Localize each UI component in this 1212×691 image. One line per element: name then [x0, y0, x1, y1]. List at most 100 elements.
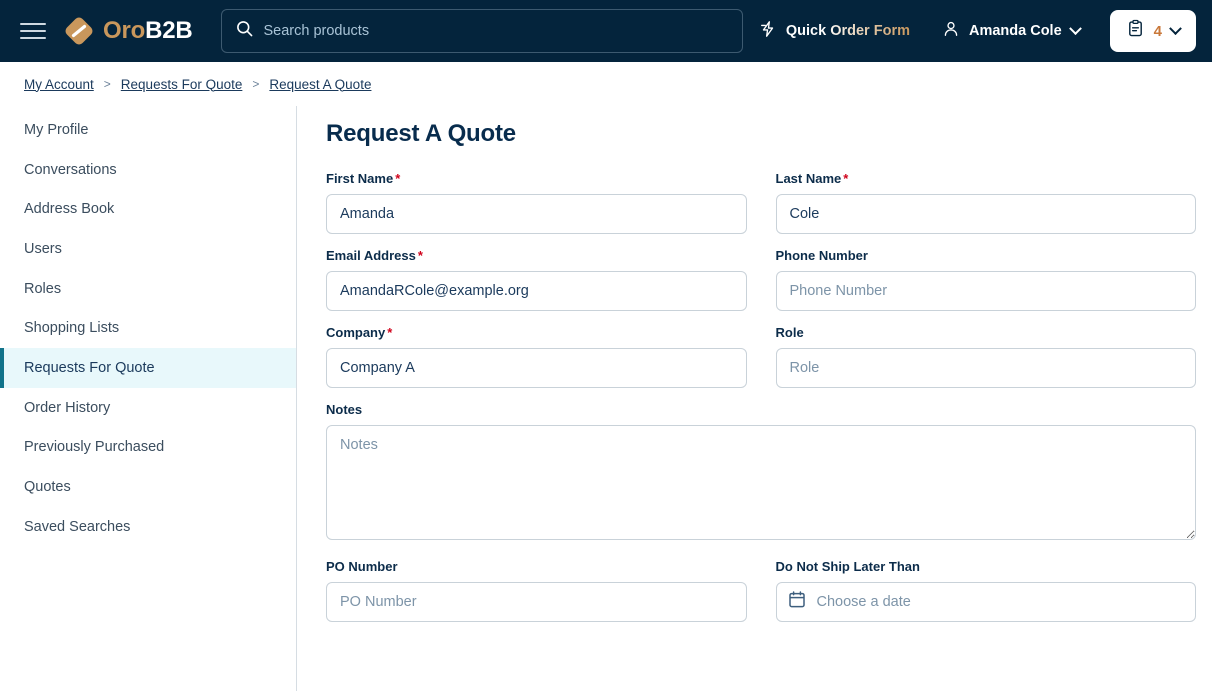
sidebar-item-order-history[interactable]: Order History	[0, 388, 296, 428]
header-actions: Quick Order Form Amanda Cole 4	[743, 10, 1196, 52]
field-last-name: Last Name *	[775, 171, 1197, 234]
account-sidebar-nav: My Profile Conversations Address Book Us…	[0, 106, 297, 691]
breadcrumb-separator: >	[103, 77, 111, 91]
hamburger-bar	[20, 23, 46, 25]
breadcrumb-item-my-account[interactable]: My Account	[24, 77, 94, 92]
ship-date-input[interactable]	[775, 582, 1196, 622]
form-row-contact: Email Address* Phone Number	[326, 248, 1196, 311]
cart-item-count: 4	[1153, 22, 1162, 40]
lightning-bolt-icon	[759, 20, 777, 42]
notes-textarea[interactable]	[326, 425, 1196, 540]
role-input[interactable]	[775, 348, 1196, 388]
notes-label-text: Notes	[326, 402, 363, 417]
phone-number-label-text: Phone Number	[775, 248, 868, 263]
sidebar-item-saved-searches[interactable]: Saved Searches	[0, 507, 296, 547]
email-address-label-text: Email Address	[326, 248, 416, 263]
field-email-address: Email Address *	[326, 248, 747, 311]
sidebar-item-label: Address Book	[24, 201, 115, 218]
clipboard-list-icon	[1126, 19, 1145, 43]
po-number-label: PO Number	[326, 559, 747, 574]
sidebar-item-my-profile[interactable]: My Profile	[0, 110, 296, 150]
search-input[interactable]: Search products	[220, 9, 743, 53]
ship-date-label-text: Do Not Ship Later Than	[775, 559, 920, 574]
field-notes: Notes	[326, 402, 1196, 545]
company-label-text: Company	[326, 325, 386, 340]
sidebar-item-label: Saved Searches	[24, 518, 131, 535]
email-address-input[interactable]	[326, 271, 747, 311]
company-input[interactable]	[326, 348, 747, 388]
required-marker: *	[843, 171, 849, 186]
search-placeholder: Search products	[263, 23, 370, 39]
field-po-number: PO Number	[326, 559, 747, 622]
sidebar-item-label: Order History	[24, 399, 111, 416]
field-first-name: First Name *	[326, 171, 747, 234]
last-name-label: Last Name *	[776, 171, 1197, 186]
brand-name-oro: Oro	[103, 17, 146, 44]
sidebar-item-label: Roles	[24, 280, 62, 297]
company-label: Company *	[326, 325, 747, 340]
hamburger-bar	[20, 37, 46, 39]
form-row-notes: Notes	[326, 402, 1196, 545]
form-row-po-date: PO Number Do Not Ship Later Than	[326, 559, 1196, 622]
required-marker: *	[395, 171, 401, 186]
breadcrumb-separator: >	[252, 77, 260, 91]
sidebar-item-shopping-lists[interactable]: Shopping Lists	[0, 308, 296, 348]
required-marker: *	[417, 248, 423, 263]
sidebar-item-users[interactable]: Users	[0, 229, 296, 269]
sidebar-item-label: Quotes	[24, 479, 71, 496]
sidebar-item-label: Users	[24, 240, 62, 257]
po-number-input[interactable]	[326, 582, 747, 622]
first-name-label: First Name *	[326, 171, 747, 186]
ship-date-label: Do Not Ship Later Than	[776, 559, 1197, 574]
sidebar-item-label: Conversations	[24, 161, 117, 178]
required-marker: *	[387, 325, 393, 340]
sidebar-item-label: Requests For Quote	[24, 359, 155, 376]
email-address-label: Email Address *	[326, 248, 747, 263]
sidebar-item-previously-purchased[interactable]: Previously Purchased	[0, 428, 296, 468]
user-person-icon	[942, 20, 960, 42]
last-name-label-text: Last Name	[775, 171, 842, 186]
field-company: Company *	[326, 325, 747, 388]
quick-order-form-button[interactable]: Quick Order Form	[743, 20, 926, 42]
brand-logo[interactable]: OroB2B	[64, 16, 193, 46]
field-do-not-ship-later-than: Do Not Ship Later Than	[775, 559, 1197, 622]
cart-quick-access-button[interactable]: 4	[1109, 10, 1196, 52]
brand-name: OroB2B	[103, 17, 193, 45]
role-label: Role	[776, 325, 1197, 340]
chevron-down-icon	[1068, 21, 1082, 35]
notes-label: Notes	[326, 402, 1196, 417]
breadcrumb-item-request-a-quote[interactable]: Request A Quote	[269, 77, 371, 92]
account-menu-button[interactable]: Amanda Cole	[926, 20, 1096, 42]
quick-order-form-label: Quick Order Form	[785, 23, 910, 39]
form-row-company: Company* Role	[326, 325, 1196, 388]
role-label-text: Role	[775, 325, 804, 340]
first-name-label-text: First Name	[326, 171, 394, 186]
breadcrumb: My Account > Requests For Quote > Reques…	[0, 62, 1212, 106]
page-title: Request A Quote	[326, 120, 516, 147]
phone-number-input[interactable]	[775, 271, 1196, 311]
oro-diamond-logo-icon	[64, 16, 94, 46]
sidebar-item-roles[interactable]: Roles	[0, 269, 296, 309]
hamburger-bar	[20, 30, 46, 32]
po-number-label-text: PO Number	[326, 559, 398, 574]
search-icon	[236, 20, 253, 42]
field-phone-number: Phone Number	[775, 248, 1196, 311]
top-header-bar: OroB2B Search products Quick Order Form	[0, 0, 1212, 62]
hamburger-menu-icon[interactable]	[20, 18, 46, 44]
sidebar-item-requests-for-quote[interactable]: Requests For Quote	[0, 348, 296, 388]
sidebar-item-label: Shopping Lists	[24, 320, 120, 337]
brand-name-b2b: B2B	[145, 17, 193, 44]
breadcrumb-item-requests-for-quote[interactable]: Requests For Quote	[121, 77, 243, 92]
account-name-label: Amanda Cole	[968, 23, 1062, 39]
sidebar-item-quotes[interactable]: Quotes	[0, 467, 296, 507]
sidebar-item-label: Previously Purchased	[24, 439, 165, 456]
first-name-input[interactable]	[326, 194, 747, 234]
chevron-down-icon	[1169, 21, 1182, 35]
last-name-input[interactable]	[775, 194, 1196, 234]
request-a-quote-form: Request A Quote First Name* Last Name* E…	[297, 106, 1212, 691]
sidebar-item-address-book[interactable]: Address Book	[0, 189, 296, 229]
sidebar-item-label: My Profile	[24, 121, 89, 138]
sidebar-item-conversations[interactable]: Conversations	[0, 150, 296, 190]
ship-date-input-wrapper	[775, 582, 1196, 622]
form-row-name: First Name* Last Name*	[326, 171, 1196, 234]
